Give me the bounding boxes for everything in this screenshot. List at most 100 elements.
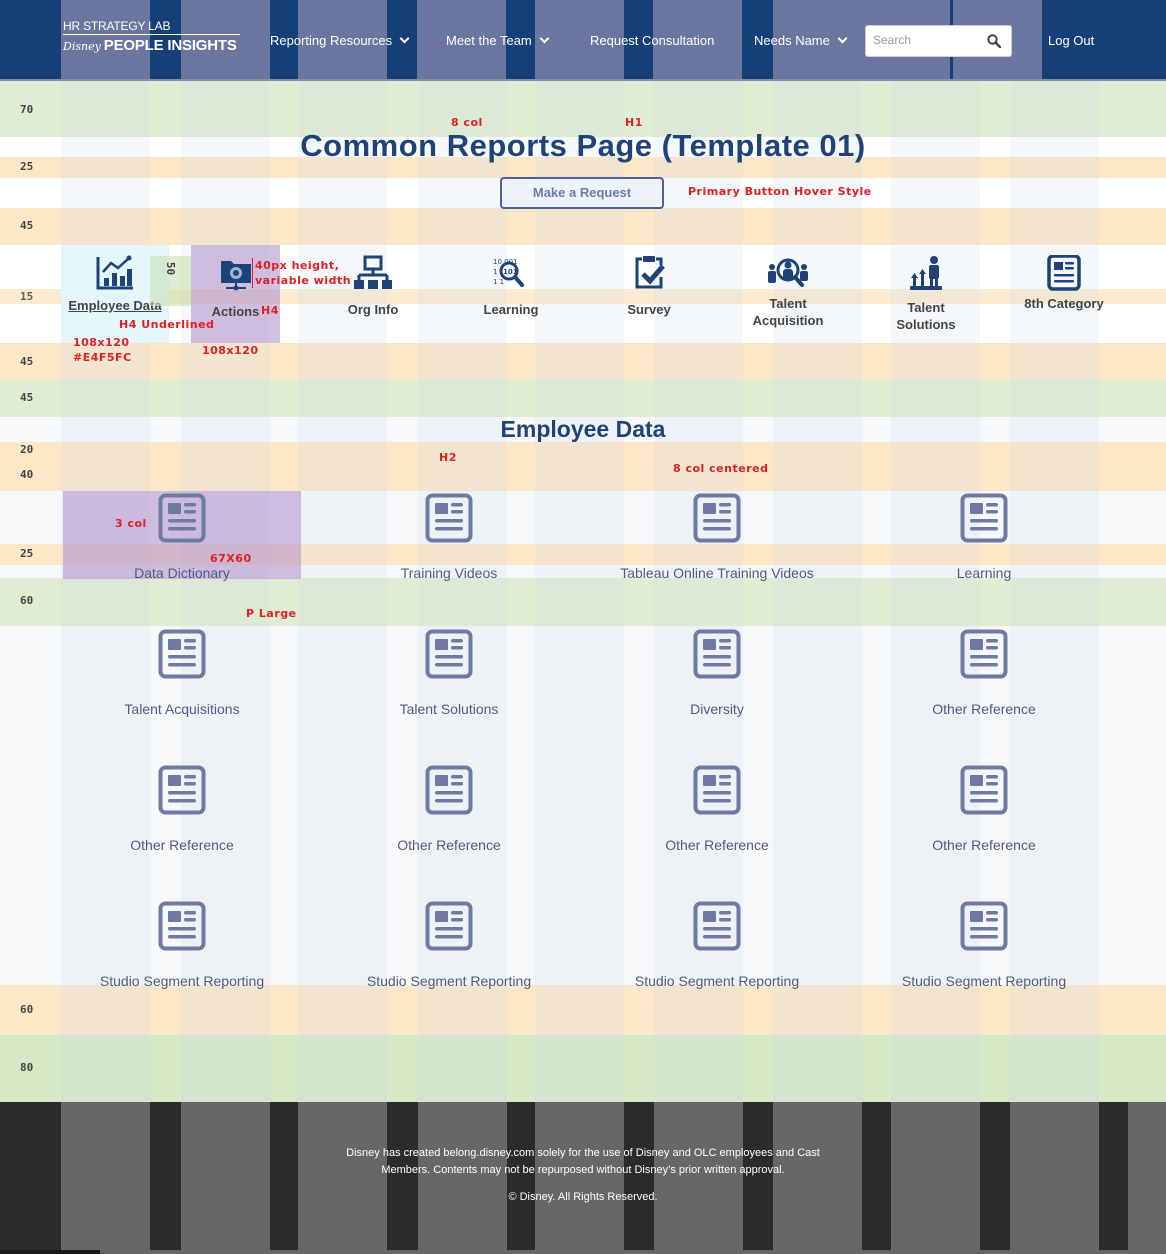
report-link[interactable]: Studio Segment Reporting <box>330 899 568 989</box>
spacing-label: 20 <box>20 443 34 456</box>
nav-label: Reporting Resources <box>270 33 393 48</box>
chevron-down-icon <box>399 33 410 44</box>
annotation: 40px height, <box>255 259 340 272</box>
report-label: Training Videos <box>400 565 498 581</box>
report-label: Other Reference <box>932 701 1036 717</box>
annotation: H1 <box>625 116 643 129</box>
search-box <box>865 25 1012 57</box>
disclaimer-line: Disney has created belong.disney.com sol… <box>346 1147 820 1159</box>
report-label: Other Reference <box>932 837 1036 853</box>
category-label: Learning <box>483 302 539 317</box>
scrollbar-thumb[interactable] <box>0 1250 100 1254</box>
nav-request-consultation[interactable]: Request Consultation <box>590 33 714 48</box>
site-header: HR STRATEGY LAB Disney PEOPLE INSIGHTS R… <box>0 0 1166 81</box>
report-label: Studio Segment Reporting <box>99 973 265 989</box>
category-label: Talent Acquisition <box>752 296 824 328</box>
report-label: Studio Segment Reporting <box>634 973 800 989</box>
site-footer: Disney has created belong.disney.com sol… <box>0 1102 1166 1250</box>
report-link[interactable]: Training Videos <box>330 491 568 581</box>
document-icon <box>425 765 473 815</box>
report-link[interactable]: Talent Solutions <box>330 627 568 717</box>
chevron-down-icon <box>837 33 848 44</box>
document-icon <box>960 629 1008 679</box>
document-icon <box>158 493 206 543</box>
report-link[interactable]: Other Reference <box>598 763 836 853</box>
spacing-band: 20 <box>0 442 1166 458</box>
gutter-label: 50 <box>164 261 178 276</box>
annotation: 108x120 <box>73 336 130 349</box>
document-icon <box>960 765 1008 815</box>
document-icon <box>425 901 473 951</box>
spacing-band: 80 <box>0 1035 1166 1102</box>
annotation: 108x120 <box>202 344 259 357</box>
nav-meet-the-team[interactable]: Meet the Team <box>446 33 550 48</box>
search-icon[interactable] <box>987 34 1001 48</box>
annotation: Primary Button Hover Style <box>688 185 872 198</box>
report-link[interactable]: Other Reference <box>330 763 568 853</box>
report-link[interactable]: Diversity <box>598 627 836 717</box>
nav-label: Meet the Team <box>446 33 532 48</box>
footer-copyright: © Disney. All Rights Reserved. <box>508 1191 658 1203</box>
clipboard-check-icon <box>635 256 665 289</box>
category-talent-solutions[interactable]: Talent Solutions <box>872 245 980 343</box>
binary-search-icon: 10 001 1 0 1 1 101 <box>493 258 524 287</box>
site-logo[interactable]: HR STRATEGY LAB Disney PEOPLE INSIGHTS <box>63 20 240 54</box>
report-link[interactable]: Studio Segment Reporting <box>598 899 836 989</box>
gutter-marker: 50 <box>150 256 191 306</box>
annotation: H4 Underlined <box>119 318 215 331</box>
document-icon <box>693 629 741 679</box>
annotation: variable width <box>255 274 352 287</box>
spacing-label: 60 <box>20 594 34 607</box>
category-learning[interactable]: 10 001 1 0 1 1 101 Learning <box>457 245 565 343</box>
spacing-label: 70 <box>20 103 34 116</box>
nav-reporting-resources[interactable]: Reporting Resources <box>270 33 410 48</box>
report-link[interactable]: Studio Segment Reporting <box>865 899 1103 989</box>
report-link[interactable]: Tableau Online Training Videos <box>598 491 836 581</box>
make-request-button[interactable]: Make a Request <box>500 177 664 209</box>
report-link[interactable]: Studio Segment Reporting <box>63 899 301 989</box>
report-label: Data Dictionary <box>134 565 230 581</box>
spacing-label: 45 <box>20 219 34 232</box>
category-8th[interactable]: 8th Category <box>1010 245 1118 343</box>
chart-growth-icon <box>96 255 133 290</box>
report-link[interactable]: Other Reference <box>865 763 1103 853</box>
annotation: H2 <box>439 451 457 464</box>
chevron-down-icon <box>539 33 550 44</box>
annotation: 8 col centered <box>673 462 769 475</box>
document-icon <box>960 493 1008 543</box>
nav-label: Needs Name <box>754 33 830 48</box>
report-link[interactable]: Talent Acquisitions <box>63 627 301 717</box>
report-label: Talent Acquisitions <box>124 701 240 717</box>
career-growth-icon <box>910 256 942 290</box>
report-link[interactable]: Learning <box>865 491 1103 581</box>
report-link[interactable]: Other Reference <box>63 763 301 853</box>
category-talent-acquisition[interactable]: Talent Acquisition <box>734 245 842 343</box>
report-label: Studio Segment Reporting <box>366 973 532 989</box>
document-icon <box>158 901 206 951</box>
nav-needs-name[interactable]: Needs Name <box>754 33 848 48</box>
logo-brand: PEOPLE INSIGHTS <box>103 37 237 54</box>
section-title: Employee Data <box>500 416 666 442</box>
footer-disclaimer: Disney has created belong.disney.com sol… <box>0 1145 1166 1179</box>
annotation: P Large <box>246 607 297 620</box>
scrollbar-track[interactable] <box>0 1250 1166 1254</box>
category-label: Survey <box>627 302 671 317</box>
report-link[interactable]: Other Reference <box>865 627 1103 717</box>
logo-subtitle: HR STRATEGY LAB <box>63 20 240 35</box>
svg-text:101: 101 <box>503 268 518 276</box>
spacing-label: 60 <box>20 1003 34 1016</box>
report-link[interactable]: Data Dictionary <box>63 491 301 581</box>
logout-link[interactable]: Log Out <box>1048 33 1094 48</box>
search-input[interactable] <box>873 33 983 47</box>
org-chart-icon <box>354 255 392 289</box>
report-label: Talent Solutions <box>399 701 499 717</box>
annotation: 8 col <box>451 116 483 129</box>
report-label: Studio Segment Reporting <box>901 973 1067 989</box>
document-icon <box>425 629 473 679</box>
document-icon <box>158 629 206 679</box>
dimension-line <box>252 258 253 288</box>
category-survey[interactable]: Survey <box>595 245 703 343</box>
report-label: Learning <box>956 565 1012 581</box>
spacing-band: 45 <box>0 208 1166 245</box>
nav-label: Request Consultation <box>590 33 715 48</box>
